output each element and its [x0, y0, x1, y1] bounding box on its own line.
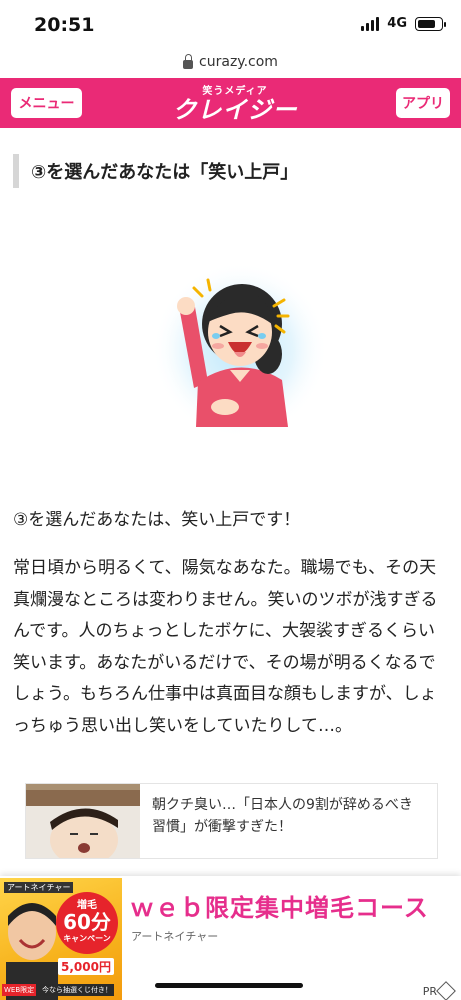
ad-price: 5,000円 [58, 958, 114, 975]
ad-choices-icon[interactable] [436, 981, 456, 1000]
status-time: 20:51 [34, 14, 95, 36]
ad-badge-sub: キャンペーン [63, 934, 111, 943]
app-button[interactable]: アプリ [396, 88, 450, 118]
ad-badge-main: 60分 [63, 910, 111, 934]
ad-advertiser: アートネイチャー [131, 930, 219, 943]
ad-web-tag: WEB限定 [2, 984, 37, 996]
result-line: ③を選んだあなたは、笑い上戸です！ [13, 510, 301, 530]
sleeping-man-thumbnail [26, 784, 140, 858]
site-logo[interactable]: 笑うメディア クレイジー [160, 82, 310, 123]
pr-text: PR [422, 984, 437, 998]
home-indicator[interactable] [155, 983, 303, 988]
battery-icon [415, 16, 446, 31]
site-header: メニュー 笑うメディア クレイジー アプリ [0, 78, 461, 128]
ad-image: アートネイチャー 増毛 60分 キャンペーン 5,000円 WEB限定 今なら抽… [0, 878, 122, 1000]
address-bar[interactable]: curazy.com [0, 46, 461, 78]
ad-campaign-badge: 増毛 60分 キャンペーン [56, 892, 118, 954]
status-indicators: 4G [361, 16, 446, 31]
ad-pr-label[interactable]: PR [422, 981, 456, 1000]
ad-draw-tag: 今なら抽選くじ付き！ [40, 984, 114, 996]
laughing-woman-illustration [150, 262, 330, 442]
ad-banner[interactable]: アートネイチャー 増毛 60分 キャンペーン 5,000円 WEB限定 今なら抽… [0, 876, 461, 1000]
signal-icon [361, 16, 380, 31]
section-title: ③を選んだあなたは「笑い上戸」 [13, 154, 443, 188]
network-type: 4G [387, 16, 407, 31]
logo-wordmark: クレイジー [172, 96, 298, 124]
status-bar: 20:51 4G [0, 0, 461, 46]
ad-title[interactable]: ｗｅｂ限定集中増毛コース [130, 888, 429, 923]
related-article-title: 朝クチ臭い…「日本人の9割が辞めるべき習慣」が衝撃すぎた！ [152, 797, 413, 835]
result-description: 常日頃から明るくて、陽気なあなた。職場でも、その天真爛漫なところは変わりません。… [13, 558, 438, 736]
lock-icon [183, 53, 194, 69]
ad-badge-top: 増毛 [77, 900, 97, 911]
related-article-card[interactable]: 朝クチ臭い…「日本人の9割が辞めるべき習慣」が衝撃すぎた！ [25, 783, 438, 859]
logo-tagline: 笑うメディア [202, 86, 268, 97]
url-text: curazy.com [199, 54, 278, 70]
menu-button[interactable]: メニュー [11, 88, 82, 118]
